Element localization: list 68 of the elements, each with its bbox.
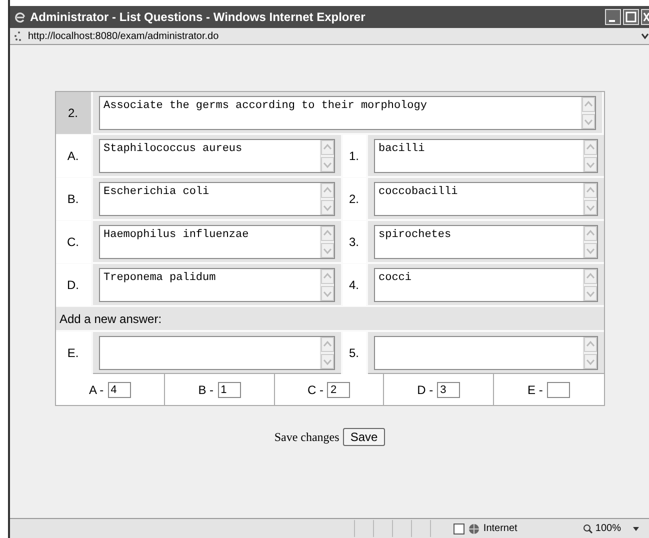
scrollbar[interactable] xyxy=(320,269,334,301)
field-text: Treponema palidum xyxy=(102,271,217,286)
field-text: spirochetes xyxy=(378,228,452,243)
scrollbar[interactable] xyxy=(320,140,334,172)
browser-logo-icon xyxy=(14,11,26,23)
field-text: coccobacilli xyxy=(378,185,459,200)
mapping-label: C - xyxy=(307,382,324,396)
mapping-input[interactable]: 2 xyxy=(327,382,350,398)
text-area-field[interactable]: cocci xyxy=(374,268,598,302)
answer-letter: B. xyxy=(67,192,79,206)
field-text: Associate the germs according to their morphology xyxy=(102,99,428,114)
answer-letter: E. xyxy=(67,346,79,360)
mapping-input[interactable]: 1 xyxy=(218,382,241,398)
add-answer-label: Add a new answer: xyxy=(60,312,162,326)
scrollbar[interactable] xyxy=(320,183,334,215)
scrollbar[interactable] xyxy=(320,226,334,258)
scrollbar[interactable] xyxy=(580,97,594,129)
zoom-level[interactable]: 100% xyxy=(595,523,621,534)
scrollbar[interactable] xyxy=(582,183,596,215)
zoom-icon[interactable] xyxy=(583,524,594,534)
address-field[interactable]: http://localhost:8080/exam/administrator.do xyxy=(28,30,219,42)
field-text: Haemophilus influenzae xyxy=(102,228,250,243)
text-area-field[interactable] xyxy=(374,336,598,370)
dropdown-arrow-icon[interactable] xyxy=(633,526,639,530)
scrollbar[interactable] xyxy=(582,337,596,369)
match-number: 2. xyxy=(348,192,359,206)
answer-letter: C. xyxy=(67,235,79,249)
match-number: 3. xyxy=(348,235,359,249)
match-number: 5. xyxy=(348,346,359,360)
scrollbar[interactable] xyxy=(582,140,596,172)
text-area-field[interactable]: Haemophilus influenzae xyxy=(98,225,334,259)
text-area-field[interactable]: Escherichia coli xyxy=(98,182,334,216)
text-area-field[interactable]: Treponema palidum xyxy=(98,268,334,302)
loading-icon xyxy=(14,31,24,41)
match-number: 1. xyxy=(348,149,359,163)
scrollbar[interactable] xyxy=(320,337,334,369)
globe-icon xyxy=(468,522,480,534)
minimize-button[interactable] xyxy=(605,9,621,25)
field-text: bacilli xyxy=(378,142,426,157)
page-icon xyxy=(453,522,466,534)
zone-label: Internet xyxy=(483,523,518,534)
answer-letter: A. xyxy=(67,149,79,163)
scrollbar[interactable] xyxy=(582,226,596,258)
text-area-field[interactable]: coccobacilli xyxy=(374,182,598,216)
close-button[interactable] xyxy=(641,9,649,25)
text-area-field[interactable]: spirochetes xyxy=(374,225,598,259)
text-area-field[interactable]: Staphilococcus aureus xyxy=(98,139,334,173)
field-text: Staphilococcus aureus xyxy=(102,142,244,157)
field-text: Escherichia coli xyxy=(102,185,210,200)
text-area-field[interactable] xyxy=(98,336,334,370)
answer-letter: D. xyxy=(67,278,79,292)
mapping-label: D - xyxy=(417,382,434,396)
save-button[interactable]: Save xyxy=(343,428,385,446)
scrollbar[interactable] xyxy=(582,269,596,301)
mapping-input[interactable]: 4 xyxy=(108,382,131,398)
question-number: 2. xyxy=(68,106,78,120)
window-title: Administrator - List Questions - Windows Internet Explorer xyxy=(30,10,366,24)
text-area-field[interactable]: bacilli xyxy=(374,139,598,173)
field-text: cocci xyxy=(378,271,413,286)
match-number: 4. xyxy=(348,278,359,292)
mapping-label: E - xyxy=(528,382,543,396)
mapping-input[interactable] xyxy=(546,382,570,398)
text-area-field[interactable]: Associate the germs according to their morphology xyxy=(98,96,596,130)
maximize-button[interactable] xyxy=(623,9,639,25)
mapping-label: B - xyxy=(198,382,214,396)
mapping-label: A - xyxy=(88,382,104,396)
mapping-input[interactable]: 3 xyxy=(437,382,460,398)
save-changes-label: Save changes xyxy=(274,430,340,444)
